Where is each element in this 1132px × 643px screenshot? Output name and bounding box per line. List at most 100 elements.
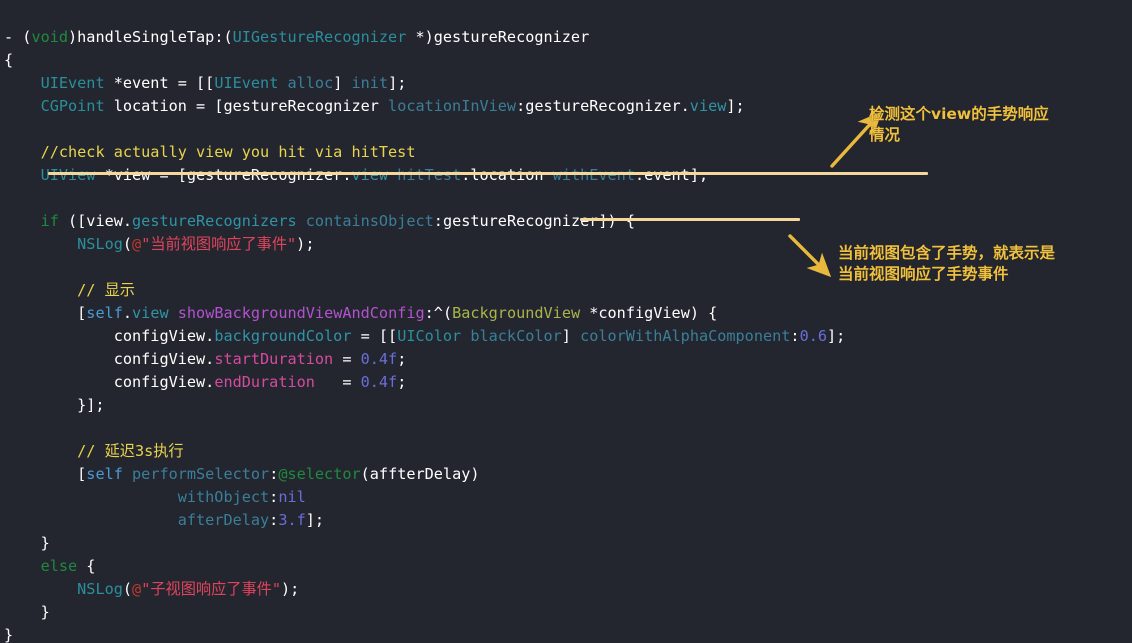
annotation-hit-test: 检测这个view的手势响应 情况 — [869, 105, 1049, 144]
code-line-24: else { — [4, 555, 1132, 578]
token-msg-coloralpha: colorWithAlphaComponent — [580, 327, 791, 346]
token-type-uicolor: UIColor — [397, 327, 462, 346]
token-plain: ; — [397, 350, 407, 369]
code-line-16: configView.endDuration = 0.4f; — [4, 371, 1132, 394]
token-plain: = [[ — [351, 327, 398, 346]
token-prop-startduration: startDuration — [214, 350, 334, 369]
token-plain: : — [790, 327, 800, 346]
code-line-23: } — [4, 532, 1132, 555]
token-msg-locationinview: locationInView — [388, 97, 517, 116]
token-brace-close: } — [4, 626, 14, 643]
token-plain: : — [269, 488, 279, 507]
code-line-19: // 延迟3s执行 — [4, 440, 1132, 463]
token-plain: )handleSingleTap:( — [68, 28, 233, 47]
token-number-start: 0.4f — [360, 350, 398, 369]
underline-hittest-line — [48, 172, 928, 175]
code-line-21: withObject:nil — [4, 486, 1132, 509]
code-line-14: configView.backgroundColor = [[UIColor b… — [4, 325, 1132, 348]
token-plain: ]; — [827, 327, 846, 346]
token-plain: :location — [461, 166, 553, 185]
token-keyword-if: if — [40, 212, 59, 231]
token-msg-init: init — [351, 74, 389, 93]
token-prop-backgroundcolor: backgroundColor — [214, 327, 352, 346]
code-line-27: } — [4, 624, 1132, 643]
token-comment-show: // 显示 — [77, 281, 135, 300]
token-plain: configView. — [4, 373, 215, 392]
code-line-9: if ([view.gestureRecognizers containsObj… — [4, 210, 1132, 233]
token-msg-performselector: performSelector — [132, 465, 270, 484]
token-plain: ( — [122, 235, 133, 254]
underline-gesture-recognizer-arg — [580, 218, 800, 221]
code-line-13: [self.view showBackgroundViewAndConfig:^… — [4, 302, 1132, 325]
code-line-18-blank — [4, 417, 1132, 440]
token-prop-view3: view — [132, 304, 169, 323]
token-msg-hittest: hitTest — [397, 166, 462, 185]
code-line-2: { — [4, 49, 1132, 72]
token-plain: }]; — [4, 396, 105, 415]
token-keyword-void: void — [31, 28, 69, 47]
token-plain: } — [4, 534, 50, 553]
token-type-uievent: UIEvent — [40, 74, 105, 93]
token-plain: = — [314, 373, 361, 392]
token-msg-alloc: alloc — [287, 74, 334, 93]
token-msg-afterdelay: afterDelay — [177, 511, 270, 530]
token-number-end: 0.4f — [360, 373, 398, 392]
arrow-down-right-icon — [788, 234, 832, 278]
token-plain: { — [77, 557, 96, 576]
token-type-uiview: UIView — [40, 166, 96, 185]
token-type-uievent2: UIEvent — [214, 74, 279, 93]
token-prop-view2: view — [351, 166, 389, 185]
code-line-26: } — [4, 601, 1132, 624]
token-string-current-view: "当前视图响应了事件" — [141, 235, 297, 254]
token-number-alpha: 0.6 — [799, 327, 827, 346]
token-keyword-self: self — [86, 304, 123, 323]
token-plain: configView. — [4, 327, 215, 346]
token-msg-blackcolor: blackColor — [470, 327, 562, 346]
token-plain: ] — [561, 327, 581, 346]
token-plain: ([view. — [58, 212, 133, 231]
token-plain: *event = [[ — [104, 74, 215, 93]
token-keyword-else: else — [40, 557, 78, 576]
token-msg-containsobject: containsObject — [305, 212, 434, 231]
token-plain: ; — [397, 373, 407, 392]
token-method-showbackgroundview: showBackgroundViewAndConfig — [177, 304, 425, 323]
token-plain: :event]; — [634, 166, 709, 185]
annotation-contains-gesture: 当前视图包含了手势，就表示是 当前视图响应了手势事件 — [838, 244, 1056, 283]
token-plain: ]; — [388, 74, 407, 93]
token-plain: ] — [333, 74, 352, 93]
token-fn-nslog2: NSLog — [77, 580, 123, 599]
token-number-delay: 3.f — [278, 511, 306, 530]
token-fn-nslog: NSLog — [77, 235, 123, 254]
token-plain: = — [333, 350, 361, 369]
token-string-subview: "子视图响应了事件" — [141, 580, 281, 599]
code-line-22: afterDelay:3.f]; — [4, 509, 1132, 532]
token-plain: } — [4, 603, 50, 622]
code-screenshot: - (void)handleSingleTap:(UIGestureRecogn… — [0, 0, 1132, 643]
token-class-backgroundview: BackgroundView — [452, 304, 581, 323]
token-comment-delay: // 延迟3s执行 — [77, 442, 184, 461]
token-plain: :^( — [424, 304, 453, 323]
token-prop-view: view — [689, 97, 727, 116]
token-plain: [ — [4, 465, 87, 484]
code-line-7: UIView *view = [gestureRecognizer.view h… — [4, 164, 1132, 187]
code-line-8-blank — [4, 187, 1132, 210]
token-plain: location = [gestureRecognizer — [104, 97, 389, 116]
token-plain: :gestureRecognizer]) { — [433, 212, 635, 231]
token-plain: ]; — [726, 97, 745, 116]
token-plain: (affterDelay) — [360, 465, 480, 484]
token-plain: : — [269, 465, 279, 484]
